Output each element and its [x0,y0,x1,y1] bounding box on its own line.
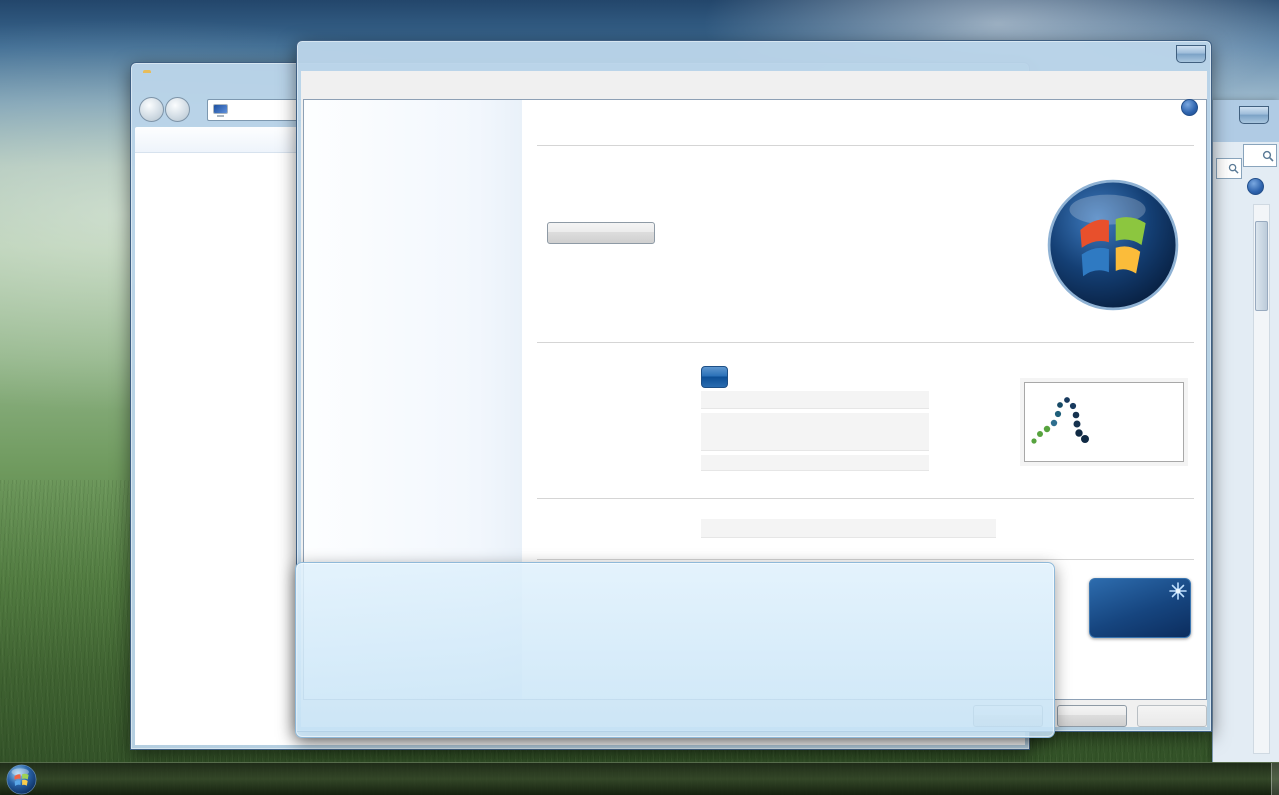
section-computer-name [529,498,1194,500]
background-window-edge [1212,100,1279,762]
search-icon [1228,163,1239,174]
scrollbar-thumb[interactable] [1255,221,1268,311]
taskbar [0,762,1279,795]
genuine-software-badge[interactable] [1089,578,1191,638]
sparkle-icon [1168,581,1188,601]
taskbar-thumbnails-flyout [295,562,1055,738]
show-desktop-button[interactable] [1271,763,1279,795]
close-icon[interactable] [1239,106,1269,124]
deepin-swirl-icon [1027,389,1093,453]
computer-icon [213,104,228,117]
search-input[interactable] [1216,158,1242,179]
search-input[interactable] [1243,144,1277,167]
section-system [529,342,1194,344]
section-activation [529,559,1194,561]
section-windows-version [529,145,1194,147]
back-button[interactable] [139,97,164,122]
help-icon[interactable] [1247,178,1264,195]
wei-score-badge [701,366,728,388]
close-icon[interactable] [1176,45,1206,63]
start-button[interactable] [6,764,37,795]
windows-logo [1045,177,1181,313]
apply-button[interactable] [1137,705,1207,727]
support-info-button[interactable] [547,222,655,244]
help-icon[interactable] [1181,99,1198,116]
cancel-button[interactable] [1057,705,1127,727]
desktop [0,0,1279,795]
scrollbar[interactable] [1253,204,1270,754]
forward-button[interactable] [165,97,190,122]
deepin-logo [1024,382,1184,462]
search-icon [1262,150,1274,162]
